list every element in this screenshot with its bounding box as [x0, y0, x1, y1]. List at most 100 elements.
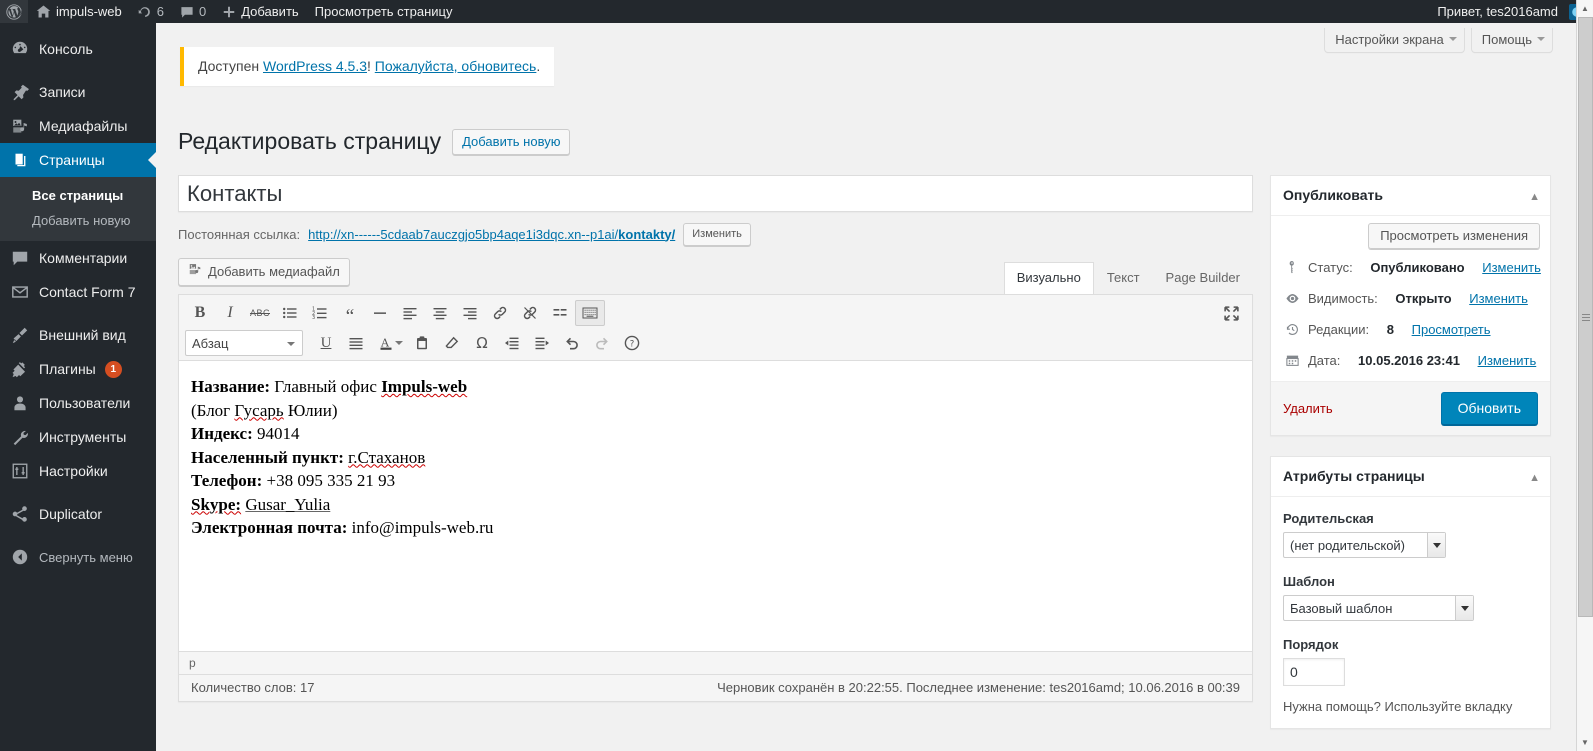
- submenu-item-add-new[interactable]: Добавить новую: [0, 208, 156, 233]
- my-account-button[interactable]: Привет, tes2016amd: [1429, 0, 1593, 23]
- scroll-down-arrow-icon[interactable]: ▼: [1577, 734, 1593, 751]
- please-update-link[interactable]: Пожалуйста, обновитесь: [375, 58, 537, 74]
- redo-icon[interactable]: [587, 330, 617, 356]
- fullscreen-expand-icon[interactable]: [1216, 300, 1246, 326]
- edit-visibility-link[interactable]: Изменить: [1469, 290, 1528, 308]
- chevron-down-icon: [287, 342, 295, 346]
- browse-revisions-link[interactable]: Просмотреть: [1412, 321, 1491, 339]
- update-button[interactable]: Обновить: [1440, 392, 1538, 425]
- collapse-menu-button[interactable]: Свернуть меню: [0, 540, 156, 574]
- new-content-button[interactable]: Добавить: [214, 0, 306, 23]
- envelope-icon: [10, 282, 30, 302]
- template-select[interactable]: Базовый шаблон: [1283, 595, 1474, 621]
- paragraph-style-select[interactable]: Абзац: [185, 330, 303, 356]
- collapse-arrow-icon: [10, 547, 30, 567]
- sidebar-item-label: Пользователи: [39, 395, 131, 411]
- tab-visual[interactable]: Визуально: [1003, 262, 1094, 294]
- post-visibility-label: Видимость:: [1308, 291, 1378, 306]
- sidebar-item-posts[interactable]: Записи: [0, 75, 156, 109]
- content-line: Название: Главный офис Impuls-web: [191, 375, 1240, 398]
- post-visibility-row: Видимость: Открыто Изменить: [1271, 284, 1550, 315]
- content-editor-wrap: B I ABC 123 “ Абзац U A Ω ? Название: Гл…: [178, 294, 1253, 702]
- element-path[interactable]: p: [179, 652, 1252, 675]
- post-title-input[interactable]: [179, 177, 1252, 210]
- horizontal-rule-icon[interactable]: [365, 300, 395, 326]
- italic-icon[interactable]: I: [215, 300, 245, 326]
- content-line-bold: Электронная почта:: [191, 518, 348, 537]
- sidebar-item-tools[interactable]: Инструменты: [0, 420, 156, 454]
- permalink-link[interactable]: http://xn------5cdaab7auczgjo5bp4aqe1i3d…: [308, 227, 675, 242]
- undo-icon[interactable]: [557, 330, 587, 356]
- sidebar-item-media[interactable]: Медиафайлы: [0, 109, 156, 143]
- page-scrollbar[interactable]: ▲ ▼: [1576, 0, 1593, 751]
- underline-icon[interactable]: U: [311, 330, 341, 356]
- word-count: Количество слов: 17: [191, 680, 315, 695]
- permalink-slug: kontakty/: [618, 226, 676, 242]
- edit-status-link[interactable]: Изменить: [1482, 259, 1541, 277]
- align-center-icon[interactable]: [425, 300, 455, 326]
- move-to-trash-link[interactable]: Удалить: [1283, 401, 1333, 416]
- special-character-icon[interactable]: Ω: [467, 330, 497, 356]
- view-page-button[interactable]: Просмотреть страницу: [307, 0, 461, 23]
- edit-permalink-button[interactable]: Изменить: [683, 222, 751, 246]
- keyboard-shortcuts-help-icon[interactable]: ?: [617, 330, 647, 356]
- insert-link-icon[interactable]: [485, 300, 515, 326]
- align-left-icon[interactable]: [395, 300, 425, 326]
- site-name-button[interactable]: impuls-web: [28, 0, 130, 23]
- sidebar-item-settings[interactable]: Настройки: [0, 454, 156, 488]
- add-media-button[interactable]: Добавить медиафайл: [178, 258, 350, 286]
- post-status-value: Опубликовано: [1370, 260, 1465, 275]
- sidebar-item-appearance[interactable]: Внешний вид: [0, 318, 156, 352]
- parent-page-select[interactable]: (нет родительской): [1283, 532, 1446, 558]
- numbered-list-icon[interactable]: 123: [305, 300, 335, 326]
- update-notice: Доступен WordPress 4.5.3! Пожалуйста, об…: [180, 47, 555, 86]
- sidebar-item-pages[interactable]: Страницы: [0, 143, 156, 177]
- sidebar-item-users[interactable]: Пользователи: [0, 386, 156, 420]
- bulleted-list-icon[interactable]: [275, 300, 305, 326]
- content-line-spell: Gusar_Yulia: [245, 494, 331, 514]
- post-visibility-value: Открыто: [1395, 291, 1452, 306]
- paste-as-text-icon[interactable]: [407, 330, 437, 356]
- menu-order-input[interactable]: [1283, 658, 1345, 686]
- align-right-icon[interactable]: [455, 300, 485, 326]
- post-revisions-label: Редакции:: [1308, 322, 1370, 337]
- add-new-page-button[interactable]: Добавить новую: [452, 128, 571, 155]
- sidebar-item-plugins[interactable]: Плагины 1: [0, 352, 156, 386]
- content-line-bold: Skype:: [191, 494, 242, 514]
- sidebar-item-contact-form-7[interactable]: Contact Form 7: [0, 275, 156, 309]
- pin-icon: [10, 82, 30, 102]
- page-title: Редактировать страницу: [178, 128, 442, 154]
- justify-icon[interactable]: [341, 330, 371, 356]
- chevron-up-icon[interactable]: ▲: [1529, 469, 1540, 488]
- sidebar-item-comments[interactable]: Комментарии: [0, 241, 156, 275]
- sidebar-item-dashboard[interactable]: Консоль: [0, 32, 156, 66]
- tab-page-builder[interactable]: Page Builder: [1152, 262, 1253, 294]
- toggle-toolbar-icon[interactable]: [575, 300, 605, 326]
- sidebar-item-label: Плагины: [39, 361, 96, 377]
- screen-options-button[interactable]: Настройки экрана: [1324, 28, 1465, 53]
- preview-changes-button[interactable]: Просмотреть изменения: [1368, 223, 1540, 249]
- outdent-icon[interactable]: [497, 330, 527, 356]
- text-color-chevron-down-icon[interactable]: [395, 341, 403, 345]
- updates-button[interactable]: 6: [130, 0, 172, 23]
- clear-formatting-icon[interactable]: [437, 330, 467, 356]
- bold-icon[interactable]: B: [185, 300, 215, 326]
- read-more-tag-icon[interactable]: [545, 300, 575, 326]
- indent-icon[interactable]: [527, 330, 557, 356]
- wordpress-version-link[interactable]: WordPress 4.5.3: [263, 58, 367, 74]
- tab-text[interactable]: Текст: [1093, 262, 1153, 294]
- sidebar-item-duplicator[interactable]: Duplicator: [0, 497, 156, 531]
- wordpress-logo-button[interactable]: [0, 0, 28, 23]
- scrollbar-thumb[interactable]: [1578, 17, 1593, 617]
- help-button[interactable]: Помощь: [1470, 28, 1553, 53]
- remove-link-icon[interactable]: [515, 300, 545, 326]
- edit-date-link[interactable]: Изменить: [1478, 352, 1537, 370]
- blockquote-icon[interactable]: “: [335, 300, 365, 326]
- comments-button[interactable]: 0: [172, 0, 214, 23]
- post-title-container: [178, 175, 1253, 212]
- scroll-up-arrow-icon[interactable]: ▲: [1577, 0, 1593, 17]
- editor-content-body[interactable]: Название: Главный офис Impuls-web (Блог …: [179, 361, 1252, 651]
- strikethrough-icon[interactable]: ABC: [245, 300, 275, 326]
- submenu-item-all-pages[interactable]: Все страницы: [0, 183, 156, 208]
- chevron-up-icon[interactable]: ▲: [1529, 188, 1540, 207]
